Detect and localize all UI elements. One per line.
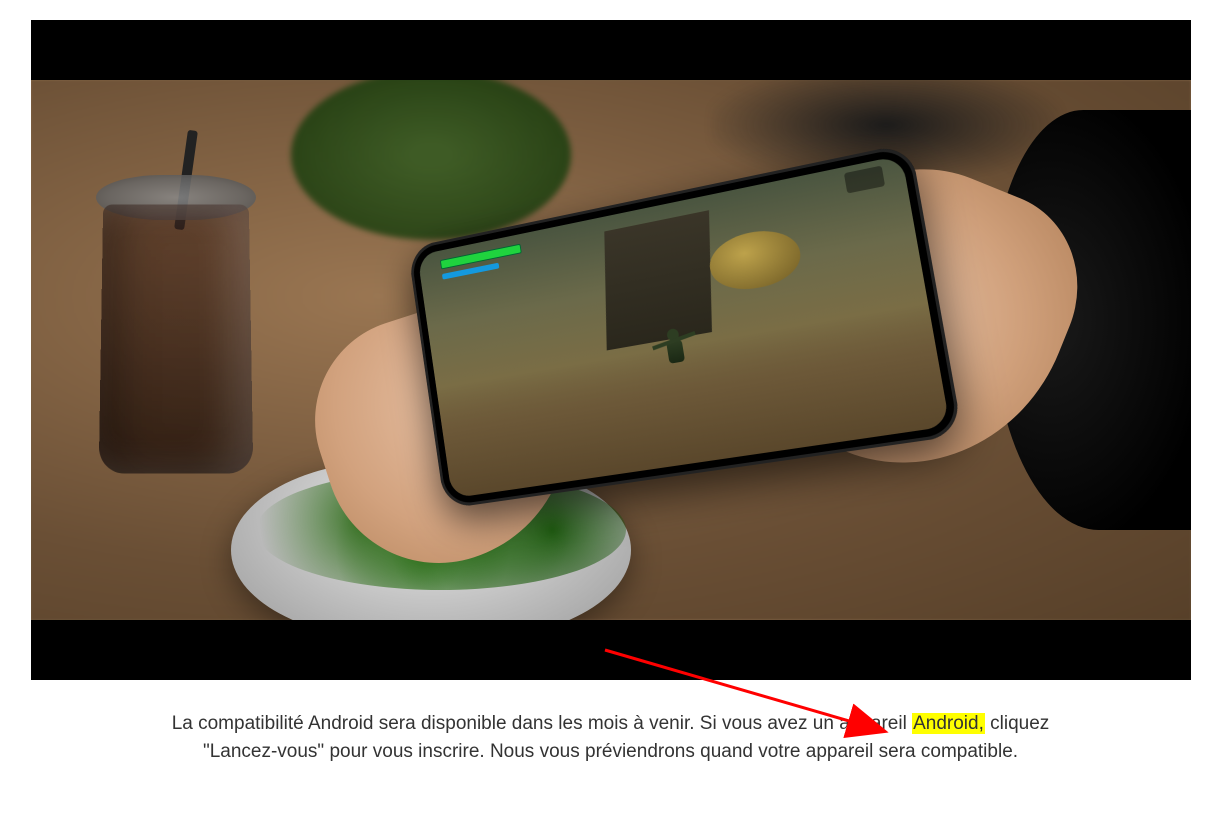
video-frame — [31, 20, 1191, 680]
caption-text: La compatibilité Android sera disponible… — [161, 710, 1061, 765]
video-still — [31, 80, 1191, 620]
caption-highlight: Android, — [912, 713, 985, 734]
page-container: La compatibilité Android sera disponible… — [0, 0, 1221, 784]
cup-body — [98, 204, 253, 473]
game-structure — [604, 210, 712, 350]
game-object — [705, 224, 804, 296]
game-character — [655, 326, 696, 381]
iced-drink-cup — [86, 175, 266, 475]
caption-before: La compatibilité Android sera disponible… — [172, 713, 912, 734]
hud-ammo-icon — [843, 166, 884, 194]
